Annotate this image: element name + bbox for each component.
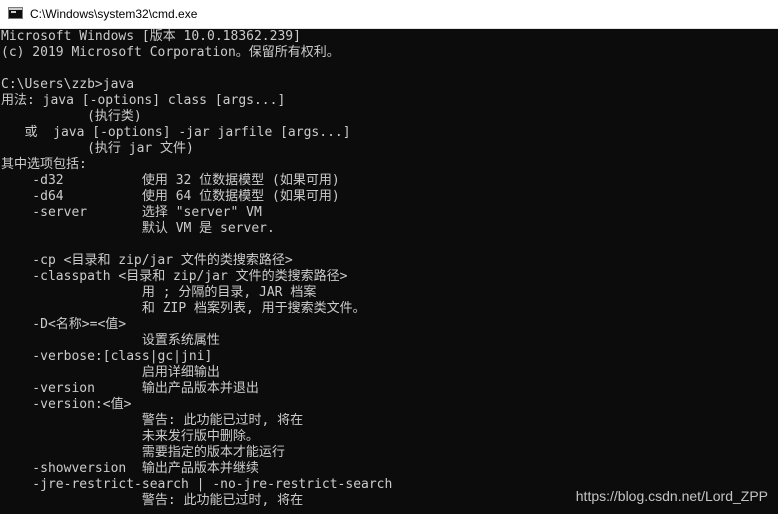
console-line: Microsoft Windows [版本 10.0.18362.239] [1,29,301,44]
console-lines: Microsoft Windows [版本 10.0.18362.239] (c)… [1,29,392,509]
console-line: -d32 使用 32 位数据模型 (如果可用) [1,173,340,188]
console-line: -D<名称>=<值> [1,317,127,332]
console-line: -cp <目录和 zip/jar 文件的类搜索路径> [1,253,293,268]
console-line: 启用详细输出 [1,365,220,380]
window-title: C:\Windows\system32\cmd.exe [30,7,198,21]
console-line: 警告: 此功能已过时, 将在 [1,493,304,508]
console-line: 用法: java [-options] class [args...] [1,93,286,108]
console-line: (c) 2019 Microsoft Corporation。保留所有权利。 [1,45,340,60]
console-line: -server 选择 "server" VM [1,205,262,220]
console-line: (执行 jar 文件) [1,141,194,156]
console-line: -d64 使用 64 位数据模型 (如果可用) [1,189,340,204]
console-line: 设置系统属性 [1,333,220,348]
title-bar[interactable]: C:\Windows\system32\cmd.exe [0,0,778,29]
cmd-window: C:\Windows\system32\cmd.exe Microsoft Wi… [0,0,778,514]
console-line: C:\Users\zzb>java [1,77,135,92]
console-line: -verbose:[class|gc|jni] [1,349,213,364]
console-line: 警告: 此功能已过时, 将在 [1,413,304,428]
console-line: -classpath <目录和 zip/jar 文件的类搜索路径> [1,269,348,284]
console-line: 默认 VM 是 server. [1,221,275,236]
console-line: 或 java [-options] -jar jarfile [args...] [1,125,351,140]
console-line: -version:<值> [1,397,132,412]
console-line: 未来发行版中删除。 [1,429,259,444]
console-output[interactable]: Microsoft Windows [版本 10.0.18362.239] (c)… [0,29,778,514]
watermark-text: https://blog.csdn.net/Lord_ZPP [575,488,768,504]
console-icon [8,7,23,19]
console-line: 用 ; 分隔的目录, JAR 档案 [1,285,317,300]
console-line: 需要指定的版本才能运行 [1,445,285,460]
console-line: (执行类) [1,109,142,124]
console-line: 和 ZIP 档案列表, 用于搜索类文件。 [1,301,366,316]
console-line: -jre-restrict-search | -no-jre-restrict-… [1,477,393,492]
console-line: -version 输出产品版本并退出 [1,381,259,396]
console-line: 其中选项包括: [1,157,87,172]
console-line: -showversion 输出产品版本并继续 [1,461,259,476]
